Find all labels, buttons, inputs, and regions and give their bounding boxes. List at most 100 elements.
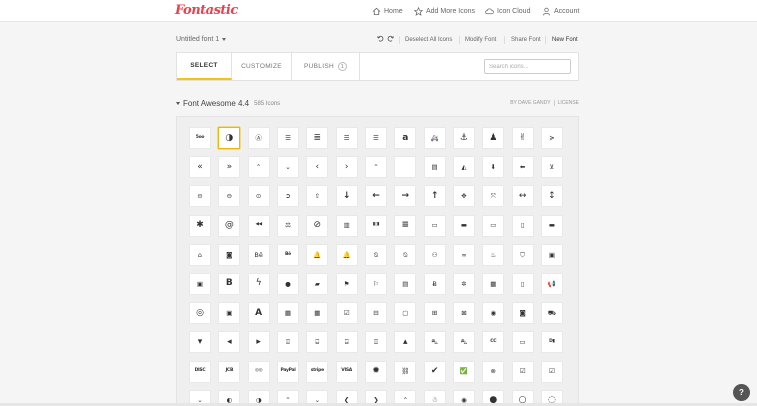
icon-cell-align-center[interactable]: ☰: [276, 127, 299, 149]
icon-cell-black-tie[interactable]: ▣: [189, 272, 211, 295]
icon-set-toggle[interactable]: Font Awesome 4.4 585 Icons: [176, 99, 280, 108]
icon-cell-check-circle-o[interactable]: ⊗: [482, 360, 505, 383]
icon-cell-calendar-o[interactable]: ▢: [394, 302, 417, 325]
icon-cell-arrows[interactable]: ✥: [452, 185, 475, 208]
share-font-link[interactable]: Share Font: [511, 37, 541, 43]
icon-cell-cc-discover[interactable]: DISC: [189, 360, 211, 383]
nav-account-link[interactable]: Account: [542, 6, 579, 17]
icon-cell-bitbucket[interactable]: ⛉: [511, 243, 534, 266]
icon-cell-bed[interactable]: ⌂: [189, 243, 211, 266]
icon-cell-bicycle[interactable]: ⚇: [423, 243, 446, 266]
icon-cell-behance[interactable]: Bē: [247, 243, 270, 266]
redo-icon[interactable]: [387, 35, 394, 42]
icon-cell-cart-plus[interactable]: ⛍: [452, 331, 475, 354]
icon-cell-calendar-check-o[interactable]: ☑: [335, 302, 358, 325]
icon-cell-align-right[interactable]: ☰: [364, 127, 387, 149]
icon-cell-caret-left[interactable]: ◂: [218, 331, 241, 354]
icon-cell-arrow-circle-o-right[interactable]: ⊖: [218, 185, 241, 208]
icon-cell-cc[interactable]: CC: [482, 331, 505, 354]
icon-cell-check-circle[interactable]: ✅: [452, 360, 475, 383]
icon-cell-apple[interactable]: [394, 156, 417, 179]
icon-cell-ban[interactable]: ⊘: [306, 214, 329, 237]
icon-cell-calendar[interactable]: ▦: [306, 302, 329, 325]
icon-cell-area-chart[interactable]: ◭: [452, 156, 475, 179]
icon-cell-certificate[interactable]: ✹: [364, 360, 387, 383]
icon-cell-battery-1[interactable]: ▯: [511, 214, 534, 237]
icon-cell-angle-left[interactable]: ‹: [306, 156, 329, 179]
icon-cell-arrow-down[interactable]: ↓: [335, 185, 358, 208]
icon-cell-bold[interactable]: B: [218, 272, 241, 295]
icon-cell-bitbucket-square[interactable]: ▣: [540, 243, 563, 266]
font-name-dropdown[interactable]: Untitled font 1: [176, 36, 227, 43]
modify-font-link[interactable]: Modify Font: [465, 37, 496, 43]
icon-cell-amazon[interactable]: a: [394, 127, 417, 149]
nav-icon-cloud-link[interactable]: Icon Cloud: [485, 6, 530, 17]
fontastic-logo[interactable]: Fontastic: [175, 3, 238, 18]
icon-cell-btc[interactable]: Ƀ: [423, 272, 446, 295]
icon-cell-calendar-minus-o[interactable]: ⊟: [364, 302, 387, 325]
icon-cell-binoculars[interactable]: ∞: [452, 243, 475, 266]
icon-cell-bookmark-o[interactable]: ⚐: [364, 272, 387, 295]
new-font-link[interactable]: New Font: [552, 37, 578, 43]
icon-cell-caret-down[interactable]: ▾: [189, 331, 211, 354]
icon-cell-align-justify[interactable]: ≣: [306, 127, 329, 149]
icon-cell-bomb[interactable]: ●: [276, 272, 299, 295]
icon-cell-bell[interactable]: 🔔: [306, 243, 329, 266]
icon-cell-cc-jcb[interactable]: JCB: [218, 360, 241, 383]
icon-cell-bell-o[interactable]: 🔔: [335, 243, 358, 266]
icon-cell-building-o[interactable]: ▯: [511, 272, 534, 295]
icon-cell-bug[interactable]: ✲: [452, 272, 475, 295]
icon-cell-cart-arrow-down[interactable]: ⛍: [423, 331, 446, 354]
icon-cell-android[interactable]: ♟: [482, 127, 505, 149]
icon-cell-briefcase[interactable]: ▤: [394, 272, 417, 295]
icon-cell-cc-paypal[interactable]: PayPal: [276, 360, 299, 383]
author-link[interactable]: BY DAVE GANDY: [510, 100, 550, 106]
help-chat-button[interactable]: ?: [733, 384, 750, 401]
icon-cell-bolt[interactable]: ϟ: [247, 272, 270, 295]
icon-cell-arrow-circle-down[interactable]: ⬇: [482, 156, 505, 179]
icon-cell-battery-4[interactable]: ▬: [452, 214, 475, 237]
icon-cell-caret-up[interactable]: ▴: [394, 331, 417, 354]
icon-cell-backward[interactable]: ◀◀: [247, 214, 270, 237]
icon-cell-angle-double-down[interactable]: ≽: [540, 127, 563, 149]
icon-cell-cc-diners-club[interactable]: D▮: [540, 331, 563, 354]
icon-cell-camera[interactable]: ◉: [482, 302, 505, 325]
icon-cell-arrow-up[interactable]: ↑: [423, 185, 446, 208]
icon-cell-bar-chart[interactable]: ▥: [335, 214, 358, 237]
icon-cell-arrows-alt[interactable]: ⤧: [482, 185, 505, 208]
icon-cell-battery-3[interactable]: ▬: [540, 214, 563, 237]
icon-cell-check-square-o[interactable]: ☑: [540, 360, 563, 383]
icon-cell-bars[interactable]: ≡: [394, 214, 417, 237]
icon-cell-arrows-v[interactable]: ↕: [540, 185, 563, 208]
icon-cell-align-left[interactable]: ☰: [335, 127, 358, 149]
undo-icon[interactable]: [377, 35, 384, 42]
icon-cell-ambulance[interactable]: 🚑: [423, 127, 446, 149]
icon-cell-arrow-circle-o-up[interactable]: ⊙: [247, 185, 270, 208]
icon-cell-angellist[interactable]: ✌: [511, 127, 534, 149]
icon-cell-arrow-circle-up[interactable]: ⇧: [306, 185, 329, 208]
icon-cell-caret-square-o-down[interactable]: ⍗: [276, 331, 299, 354]
icon-cell-arrow-right[interactable]: →: [394, 185, 417, 208]
icon-cell-bus[interactable]: ▣: [218, 302, 241, 325]
icon-cell-anchor[interactable]: ⚓: [452, 127, 475, 149]
icon-cell-chain[interactable]: ⛓: [394, 360, 417, 383]
icon-cell-angle-up[interactable]: ⌃: [364, 156, 387, 179]
icon-cell-asterisk[interactable]: ✱: [189, 214, 211, 237]
icon-cell-cc-amex[interactable]: ▭: [511, 331, 534, 354]
icon-cell-arrows-h[interactable]: ↔: [511, 185, 534, 208]
icon-cell-birthday-cake[interactable]: ♨: [482, 243, 505, 266]
icon-cell-check[interactable]: ✔: [423, 360, 446, 383]
icon-cell-bookmark[interactable]: ⚑: [335, 272, 358, 295]
icon-cell-arrow-circle-o-down[interactable]: ⊻: [540, 156, 563, 179]
icon-cell-balance-scale[interactable]: ⚖: [276, 214, 299, 237]
icon-cell-arrow-circle-o-left[interactable]: ⊝: [189, 185, 211, 208]
icon-cell-adn[interactable]: Ⓐ: [247, 127, 270, 149]
icon-cell-bullhorn[interactable]: 📢: [540, 272, 563, 295]
icon-cell-bullseye[interactable]: ◎: [189, 302, 211, 325]
icon-cell-caret-right[interactable]: ▸: [247, 331, 270, 354]
icon-cell-caret-square-o-right[interactable]: ⍈: [335, 331, 358, 354]
icon-cell-building[interactable]: ▦: [482, 272, 505, 295]
icon-cell-cc-mastercard[interactable]: ◎◎: [247, 360, 270, 383]
icon-cell-arrow-left[interactable]: ←: [364, 185, 387, 208]
icon-cell-caret-square-o-left[interactable]: ⍇: [306, 331, 329, 354]
